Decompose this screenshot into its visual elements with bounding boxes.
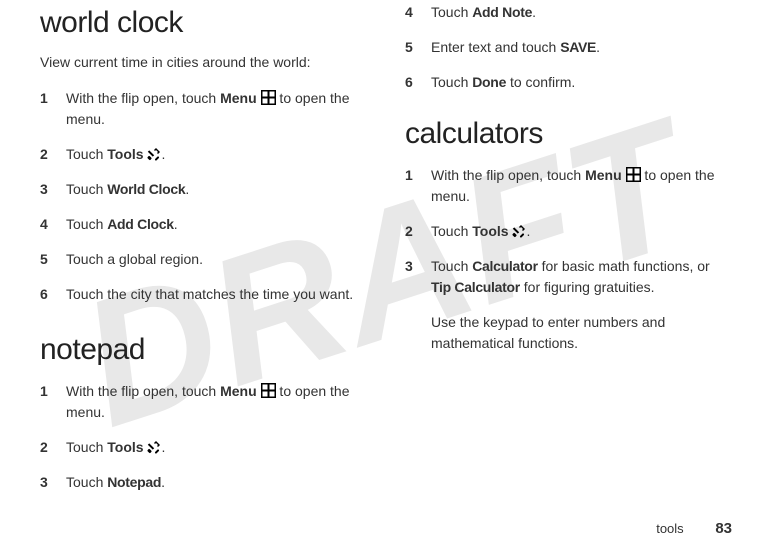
step: 4Touch Add Clock.	[40, 214, 365, 235]
heading-notepad: notepad	[40, 333, 365, 367]
step: 6Touch Done to confirm.	[405, 72, 730, 93]
steps-calculators: 1With the flip open, touch Menu to open …	[405, 165, 730, 298]
step: 5Touch a global region.	[40, 249, 365, 270]
tools-icon	[147, 147, 161, 161]
step-text: With the flip open, touch Menu to open t…	[66, 381, 365, 423]
step-number: 3	[405, 256, 431, 298]
step-number: 3	[40, 472, 66, 493]
left-column: world clock View current time in cities …	[20, 0, 385, 547]
step: 3Touch World Clock.	[40, 179, 365, 200]
step-text: Touch Add Note.	[431, 2, 730, 23]
tools-icon	[512, 224, 526, 238]
step-number: 1	[40, 381, 66, 423]
step-number: 4	[405, 2, 431, 23]
intro-world-clock: View current time in cities around the w…	[40, 54, 365, 70]
step: 2Touch Tools .	[40, 437, 365, 458]
menu-icon	[261, 90, 276, 105]
step-text: With the flip open, touch Menu to open t…	[66, 88, 365, 130]
step: 3Touch Notepad.	[40, 472, 365, 493]
menu-icon	[626, 167, 641, 182]
step-number: 3	[40, 179, 66, 200]
heading-world-clock: world clock	[40, 6, 365, 40]
step: 1With the flip open, touch Menu to open …	[405, 165, 730, 207]
step: 3Touch Calculator for basic math functio…	[405, 256, 730, 298]
step-text: Touch Add Clock.	[66, 214, 365, 235]
step-text: Touch Notepad.	[66, 472, 365, 493]
tools-icon	[147, 440, 161, 454]
step: 1With the flip open, touch Menu to open …	[40, 88, 365, 130]
step: 6Touch the city that matches the time yo…	[40, 284, 365, 305]
step-number: 5	[405, 37, 431, 58]
step-number: 5	[40, 249, 66, 270]
step-text: Touch Tools .	[66, 437, 365, 458]
step-text: Enter text and touch SAVE.	[431, 37, 730, 58]
step: 4Touch Add Note.	[405, 2, 730, 23]
step-number: 4	[40, 214, 66, 235]
page-content: world clock View current time in cities …	[0, 0, 770, 547]
step-number: 1	[405, 165, 431, 207]
step: 2Touch Tools .	[40, 144, 365, 165]
step: 1With the flip open, touch Menu to open …	[40, 381, 365, 423]
step-text: Touch Done to confirm.	[431, 72, 730, 93]
step-number: 6	[40, 284, 66, 305]
step-number: 2	[40, 437, 66, 458]
menu-icon	[261, 383, 276, 398]
step-number: 1	[40, 88, 66, 130]
step-text: With the flip open, touch Menu to open t…	[431, 165, 730, 207]
steps-notepad: 1With the flip open, touch Menu to open …	[40, 381, 365, 493]
step-text: Touch Calculator for basic math function…	[431, 256, 730, 298]
steps-world-clock: 1With the flip open, touch Menu to open …	[40, 88, 365, 305]
step-text: Touch World Clock.	[66, 179, 365, 200]
calculators-extra: Use the keypad to enter numbers and math…	[431, 312, 730, 354]
step-number: 2	[405, 221, 431, 242]
right-column: 4Touch Add Note.5Enter text and touch SA…	[385, 0, 750, 547]
step-text: Touch Tools .	[431, 221, 730, 242]
step-text: Touch a global region.	[66, 249, 365, 270]
step-number: 6	[405, 72, 431, 93]
heading-calculators: calculators	[405, 117, 730, 151]
step: 5Enter text and touch SAVE.	[405, 37, 730, 58]
step: 2Touch Tools .	[405, 221, 730, 242]
step-text: Touch the city that matches the time you…	[66, 284, 365, 305]
step-number: 2	[40, 144, 66, 165]
steps-notepad-cont: 4Touch Add Note.5Enter text and touch SA…	[405, 2, 730, 93]
step-text: Touch Tools .	[66, 144, 365, 165]
